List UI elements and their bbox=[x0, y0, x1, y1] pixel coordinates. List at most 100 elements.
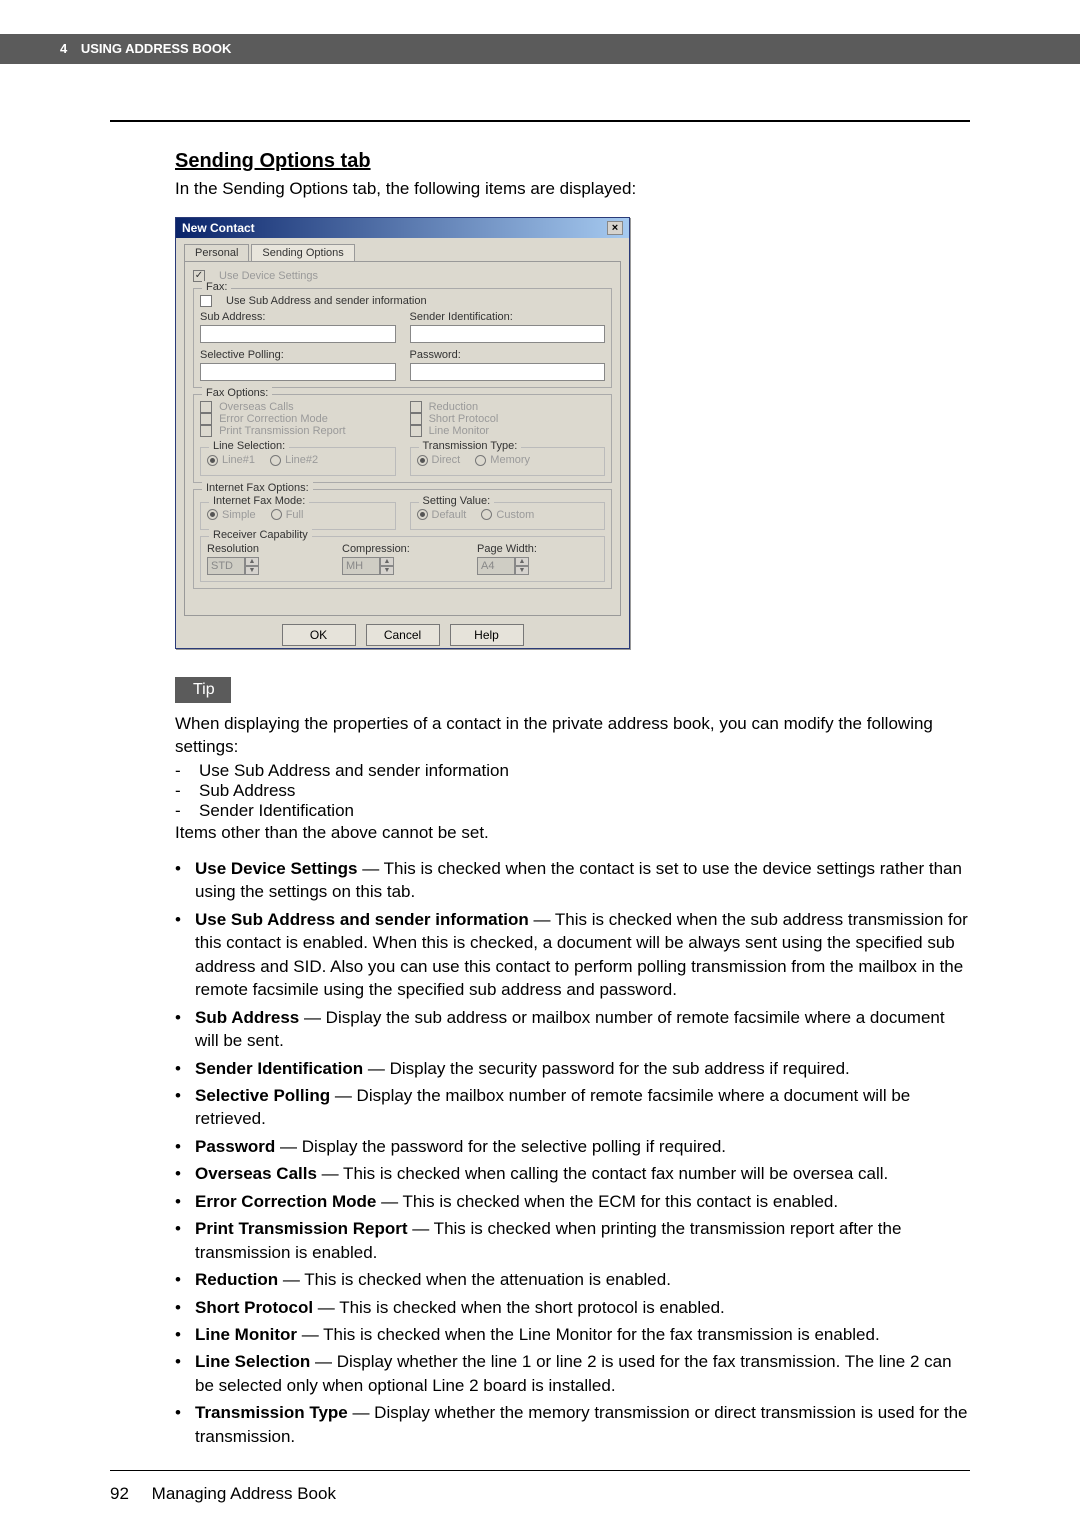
def-term: Print Transmission Report bbox=[195, 1219, 408, 1238]
def-desc: — This is checked when the Line Monitor … bbox=[297, 1325, 880, 1344]
chapter-title: USING ADDRESS BOOK bbox=[81, 41, 231, 56]
line-monitor-checkbox[interactable] bbox=[410, 425, 422, 437]
def-desc: — Display the security password for the … bbox=[363, 1059, 850, 1078]
line2-radio[interactable]: Line#2 bbox=[270, 454, 318, 466]
ifax-default-radio[interactable]: Default bbox=[417, 509, 467, 521]
reduction-label: Reduction bbox=[429, 401, 479, 413]
help-button[interactable]: Help bbox=[450, 624, 524, 646]
overseas-label: Overseas Calls bbox=[219, 401, 294, 413]
resolution-label: Resolution bbox=[207, 543, 328, 555]
ecm-checkbox[interactable] bbox=[200, 413, 212, 425]
line-selection-legend: Line Selection: bbox=[209, 440, 289, 452]
def-desc: — This is checked when the attenuation i… bbox=[278, 1270, 671, 1289]
def-term: Use Device Settings bbox=[195, 859, 358, 878]
compression-label: Compression: bbox=[342, 543, 463, 555]
reduction-checkbox[interactable] bbox=[410, 401, 422, 413]
sender-id-input[interactable] bbox=[410, 325, 606, 343]
polling-password-label: Password: bbox=[410, 349, 606, 361]
dialog-button-row: OK Cancel Help bbox=[176, 624, 629, 646]
sub-address-label: Sub Address: bbox=[200, 311, 396, 323]
polling-password-input[interactable] bbox=[410, 363, 606, 381]
sub-address-input[interactable] bbox=[200, 325, 396, 343]
ifax-custom-radio[interactable]: Custom bbox=[481, 509, 534, 521]
overseas-checkbox[interactable] bbox=[200, 401, 212, 413]
compression-spinner[interactable]: MH▲▼ bbox=[342, 557, 394, 575]
footer-page-number: 92 bbox=[110, 1484, 129, 1503]
page: 4 USING ADDRESS BOOK Sending Options tab… bbox=[0, 0, 1080, 1526]
def-term: Selective Polling bbox=[195, 1086, 330, 1105]
page-width-label: Page Width: bbox=[477, 543, 598, 555]
def-desc: — Display the password for the selective… bbox=[275, 1137, 726, 1156]
tip-badge: Tip bbox=[175, 677, 231, 703]
def-term: Short Protocol bbox=[195, 1298, 313, 1317]
sender-id-label: Sender Identification: bbox=[410, 311, 606, 323]
def-desc: — This is checked when the ECM for this … bbox=[376, 1192, 838, 1211]
def-term: Transmission Type bbox=[195, 1403, 348, 1422]
tip-after: Items other than the above cannot be set… bbox=[175, 823, 970, 843]
def-desc: — This is checked when the short protoco… bbox=[313, 1298, 725, 1317]
receiver-capability-legend: Receiver Capability bbox=[209, 529, 312, 541]
tip-item: Use Sub Address and sender information bbox=[199, 761, 509, 781]
print-report-checkbox[interactable] bbox=[200, 425, 212, 437]
footer: 92 Managing Address Book bbox=[110, 1484, 336, 1504]
use-sub-address-label: Use Sub Address and sender information bbox=[226, 295, 427, 307]
short-protocol-checkbox[interactable] bbox=[410, 413, 422, 425]
selective-polling-label: Selective Polling: bbox=[200, 349, 396, 361]
chapter-number: 4 bbox=[60, 41, 67, 56]
section-title: Sending Options tab bbox=[175, 150, 970, 173]
def-term: Reduction bbox=[195, 1270, 278, 1289]
tip-item: Sender Identification bbox=[199, 801, 354, 821]
dialog-panel: Use Device Settings Fax: Use Sub Address… bbox=[184, 261, 621, 616]
chapter-header: 4 USING ADDRESS BOOK bbox=[0, 34, 1080, 64]
ok-button[interactable]: OK bbox=[282, 624, 356, 646]
close-icon[interactable]: × bbox=[607, 221, 623, 235]
line-monitor-label: Line Monitor bbox=[429, 425, 490, 437]
direct-radio[interactable]: Direct bbox=[417, 454, 461, 466]
def-term: Line Selection bbox=[195, 1352, 310, 1371]
section-intro: In the Sending Options tab, the followin… bbox=[175, 179, 970, 199]
def-term: Overseas Calls bbox=[195, 1164, 317, 1183]
line1-radio[interactable]: Line#1 bbox=[207, 454, 255, 466]
contact-dialog: New Contact × Personal Sending Options U… bbox=[175, 217, 630, 649]
memory-radio[interactable]: Memory bbox=[475, 454, 530, 466]
selective-polling-input[interactable] bbox=[200, 363, 396, 381]
tip-list: -Use Sub Address and sender information … bbox=[175, 761, 970, 821]
ifax-setting-legend: Setting Value: bbox=[419, 495, 495, 507]
transmission-type-legend: Transmission Type: bbox=[419, 440, 522, 452]
ifax-mode-legend: Internet Fax Mode: bbox=[209, 495, 309, 507]
footer-title: Managing Address Book bbox=[152, 1484, 336, 1503]
tab-row: Personal Sending Options bbox=[176, 238, 629, 261]
fax-legend: Fax: bbox=[202, 281, 231, 293]
def-desc: — This is checked when calling the conta… bbox=[317, 1164, 888, 1183]
content-area: Sending Options tab In the Sending Optio… bbox=[175, 150, 970, 1452]
fax-options-legend: Fax Options: bbox=[202, 387, 272, 399]
ifax-options-group: Internet Fax Options: Internet Fax Mode:… bbox=[193, 489, 612, 590]
use-device-settings-label: Use Device Settings bbox=[219, 270, 318, 282]
dialog-title: New Contact bbox=[182, 218, 255, 238]
tab-sending-options[interactable]: Sending Options bbox=[251, 244, 354, 261]
top-rule bbox=[110, 120, 970, 122]
def-term: Line Monitor bbox=[195, 1325, 297, 1344]
dialog-titlebar: New Contact × bbox=[176, 218, 629, 238]
def-term: Sender Identification bbox=[195, 1059, 363, 1078]
tip-item: Sub Address bbox=[199, 781, 295, 801]
def-term: Use Sub Address and sender information bbox=[195, 910, 529, 929]
ifax-simple-radio[interactable]: Simple bbox=[207, 509, 256, 521]
def-term: Error Correction Mode bbox=[195, 1192, 376, 1211]
fax-options-group: Fax Options: Overseas Calls Reduction Er… bbox=[193, 394, 612, 483]
page-width-spinner[interactable]: A4▲▼ bbox=[477, 557, 529, 575]
ifax-legend: Internet Fax Options: bbox=[202, 482, 313, 494]
cancel-button[interactable]: Cancel bbox=[366, 624, 440, 646]
definitions-list: •Use Device Settings — This is checked w… bbox=[175, 857, 970, 1448]
ifax-full-radio[interactable]: Full bbox=[271, 509, 304, 521]
short-protocol-label: Short Protocol bbox=[429, 413, 499, 425]
tab-personal[interactable]: Personal bbox=[184, 244, 249, 261]
def-term: Sub Address bbox=[195, 1008, 299, 1027]
resolution-spinner[interactable]: STD▲▼ bbox=[207, 557, 259, 575]
use-sub-address-checkbox[interactable] bbox=[200, 295, 212, 307]
tip-lead: When displaying the properties of a cont… bbox=[175, 713, 970, 759]
fax-group: Fax: Use Sub Address and sender informat… bbox=[193, 288, 612, 388]
print-report-label: Print Transmission Report bbox=[219, 425, 346, 437]
def-desc: — Display the sub address or mailbox num… bbox=[195, 1008, 945, 1050]
ecm-label: Error Correction Mode bbox=[219, 413, 328, 425]
